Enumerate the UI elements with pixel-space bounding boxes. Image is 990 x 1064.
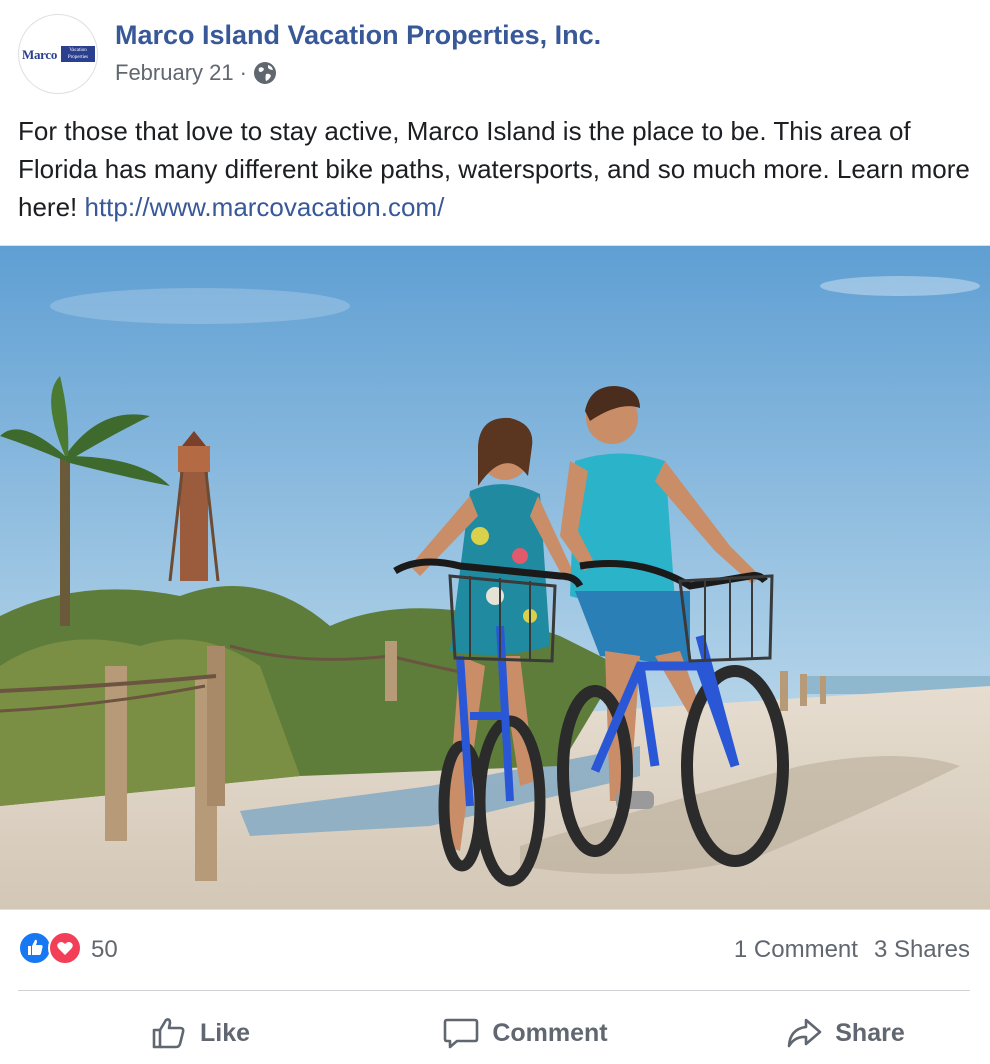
avatar-logo-left: Marco [22, 47, 58, 62]
post-date[interactable]: February 21 [115, 60, 234, 86]
page-avatar[interactable]: Marco Vacation Properties [18, 14, 98, 94]
page-name-link[interactable]: Marco Island Vacation Properties, Inc. [115, 20, 601, 51]
post-meta: February 21 · [115, 60, 277, 86]
action-divider [18, 990, 970, 991]
comment-button[interactable]: Comment [420, 1008, 630, 1058]
like-reaction-icon [18, 931, 52, 965]
reaction-icons[interactable] [18, 931, 88, 965]
post-header: Marco Vacation Properties Marco Island V… [0, 0, 990, 110]
post-link[interactable]: http://www.marcovacation.com/ [85, 192, 445, 222]
meta-separator: · [239, 60, 247, 85]
share-button[interactable]: Share [760, 1008, 930, 1058]
thumbs-up-icon [150, 1014, 200, 1052]
reaction-count[interactable]: 50 [91, 936, 118, 964]
like-button[interactable]: Like [120, 1008, 280, 1058]
globe-icon[interactable] [253, 61, 277, 85]
comment-count[interactable]: 1 Comment [734, 936, 858, 963]
engagement-counts: 1 Comment 3 Shares [734, 936, 970, 964]
love-reaction-icon [48, 931, 82, 965]
share-label: Share [835, 1018, 905, 1047]
photo-illustration [0, 246, 990, 909]
comment-label: Comment [492, 1018, 608, 1047]
post-photo[interactable] [0, 245, 990, 910]
post-text: For those that love to stay active, Marc… [18, 112, 973, 226]
reactions-bar: 50 1 Comment 3 Shares [0, 920, 990, 980]
share-count[interactable]: 3 Shares [874, 936, 970, 963]
like-label: Like [199, 1018, 251, 1047]
post-actions: Like Comment Share [0, 1000, 990, 1064]
share-arrow-icon [785, 1014, 835, 1052]
avatar-logo-right: Vacation Properties [61, 46, 95, 62]
comment-bubble-icon [442, 1014, 492, 1052]
